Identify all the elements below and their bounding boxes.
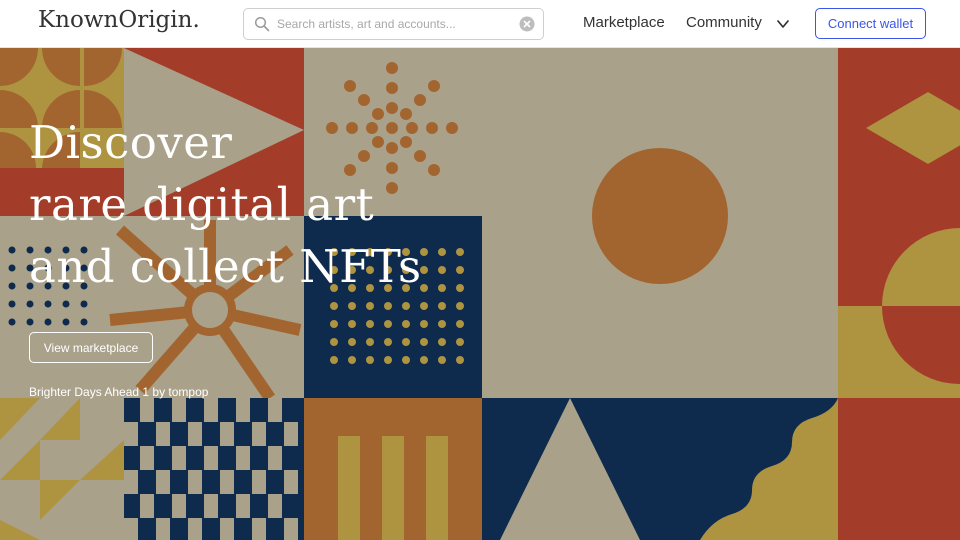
search-box[interactable]	[243, 8, 544, 40]
chevron-down-icon[interactable]	[776, 17, 790, 31]
view-marketplace-button[interactable]: View marketplace	[29, 332, 153, 363]
hero-title-line-3: and collect NFTs	[29, 240, 422, 293]
clear-search-icon[interactable]	[519, 16, 535, 32]
connect-wallet-button[interactable]: Connect wallet	[815, 8, 926, 39]
nav-community-link[interactable]: Community	[686, 14, 762, 31]
hero-title-line-1: Discover	[29, 116, 233, 169]
hero-title-line-2: rare digital art	[29, 178, 375, 231]
search-icon	[254, 16, 270, 32]
top-navigation-bar: KnownOrigin. Marketplace Community Conne…	[0, 0, 960, 48]
search-input[interactable]	[277, 14, 507, 34]
hero-title: Discover rare digital art and collect NF…	[29, 112, 422, 298]
knownorigin-logo[interactable]: KnownOrigin.	[38, 7, 200, 33]
artwork-orange-circle	[592, 148, 728, 284]
artwork-credit[interactable]: Brighter Days Ahead 1 by tompop	[29, 385, 208, 399]
nav-marketplace-link[interactable]: Marketplace	[583, 14, 665, 31]
